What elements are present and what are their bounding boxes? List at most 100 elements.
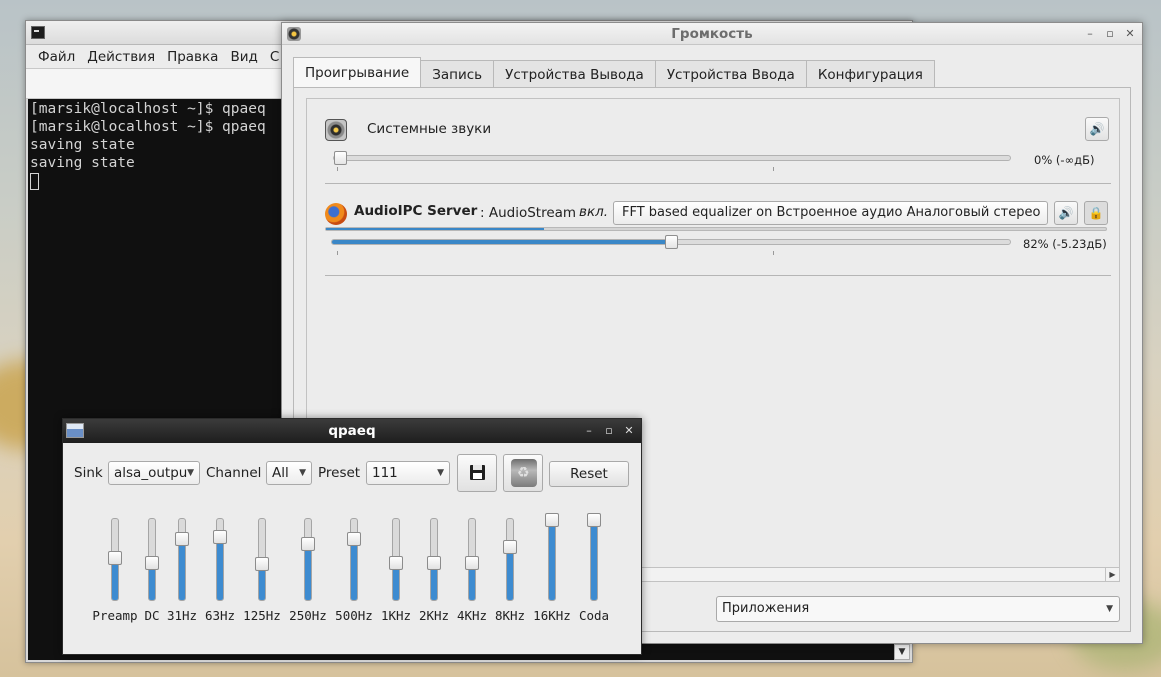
band-label: 8KHz bbox=[494, 608, 526, 623]
band-slider[interactable] bbox=[145, 518, 159, 601]
band-slider[interactable] bbox=[108, 518, 122, 601]
stream-name: Системные звуки bbox=[367, 121, 492, 137]
menu-actions[interactable]: Действия bbox=[81, 49, 161, 65]
band-slider[interactable] bbox=[545, 513, 559, 601]
terminal-icon bbox=[31, 26, 45, 39]
preset-select[interactable]: 111 ▼ bbox=[366, 461, 450, 485]
maximize-icon[interactable]: ▫ bbox=[603, 419, 615, 443]
band-slider-handle[interactable] bbox=[465, 556, 479, 570]
slider-tick bbox=[773, 167, 774, 171]
band-label: Preamp bbox=[92, 608, 138, 623]
band-slider[interactable] bbox=[347, 518, 361, 601]
volume-titlebar[interactable]: Громкость – ▫ ✕ bbox=[282, 23, 1142, 45]
stream-system-sounds: Системные звуки 🔊 0% (-∞дБ) bbox=[325, 117, 1111, 177]
band-slider-handle[interactable] bbox=[175, 532, 189, 546]
lock-channels-button[interactable]: 🔒 bbox=[1084, 201, 1108, 225]
band-slider-fill bbox=[549, 523, 555, 600]
volume-slider-handle[interactable] bbox=[665, 235, 678, 249]
mute-button[interactable]: 🔊 bbox=[1054, 201, 1078, 225]
tab-input-devices[interactable]: Устройства Ввода bbox=[655, 60, 807, 88]
band-slider-handle[interactable] bbox=[587, 513, 601, 527]
band-slider[interactable] bbox=[213, 518, 227, 601]
chevron-down-icon: ▼ bbox=[187, 468, 194, 478]
band-slider[interactable] bbox=[503, 518, 517, 601]
slider-tick bbox=[337, 251, 338, 255]
band-slider-handle[interactable] bbox=[145, 556, 159, 570]
volume-slider-handle[interactable] bbox=[334, 151, 347, 165]
band-slider[interactable] bbox=[175, 518, 189, 601]
floppy-disk-icon bbox=[470, 465, 485, 480]
band-slider[interactable] bbox=[255, 518, 269, 601]
volume-label: 0% (-∞дБ) bbox=[1034, 153, 1095, 167]
channel-label: Channel bbox=[206, 465, 262, 481]
terminal-cursor bbox=[30, 173, 39, 190]
band-label: 500Hz bbox=[335, 608, 373, 623]
close-icon[interactable]: ✕ bbox=[623, 419, 635, 443]
band-slider-handle[interactable] bbox=[545, 513, 559, 527]
channel-select[interactable]: All ▼ bbox=[266, 461, 312, 485]
tab-configuration[interactable]: Конфигурация bbox=[806, 60, 935, 88]
slider-tick bbox=[773, 251, 774, 255]
band-slider-handle[interactable] bbox=[389, 556, 403, 570]
volume-icon: 🔊 bbox=[1058, 206, 1074, 220]
menu-view[interactable]: Вид bbox=[224, 49, 263, 65]
band-slider[interactable] bbox=[427, 518, 441, 601]
mute-button[interactable]: 🔊 bbox=[1085, 117, 1109, 141]
peak-meter bbox=[325, 227, 1107, 231]
band-slider-fill bbox=[179, 542, 185, 600]
volume-icon: 🔊 bbox=[1089, 122, 1105, 136]
window-icon bbox=[66, 423, 84, 438]
volume-slider[interactable] bbox=[333, 151, 1011, 165]
stream-audioipc: AudioIPC Server : AudioStream вкл. FFT b… bbox=[325, 201, 1111, 271]
band-slider[interactable] bbox=[465, 518, 479, 601]
close-icon[interactable]: ✕ bbox=[1124, 23, 1136, 45]
minimize-icon[interactable]: – bbox=[1084, 23, 1096, 45]
band-slider-handle[interactable] bbox=[108, 551, 122, 565]
band-slider-handle[interactable] bbox=[503, 540, 517, 554]
minimize-icon[interactable]: – bbox=[583, 419, 595, 443]
speaker-icon bbox=[287, 27, 301, 41]
band-slider-fill bbox=[431, 566, 437, 600]
show-filter-select[interactable]: Приложения ▼ bbox=[716, 596, 1120, 622]
sink-value: alsa_outpu bbox=[114, 465, 188, 481]
band-slider-fill bbox=[149, 566, 155, 600]
band-slider-handle[interactable] bbox=[213, 530, 227, 544]
reset-button[interactable]: Reset bbox=[549, 461, 629, 487]
save-preset-button[interactable] bbox=[457, 454, 497, 492]
band-label: 31Hz bbox=[166, 608, 198, 623]
band-label: 4KHz bbox=[456, 608, 488, 623]
band-slider-fill bbox=[259, 567, 265, 600]
trash-icon bbox=[511, 459, 537, 487]
stream-name: AudioIPC Server bbox=[354, 203, 478, 219]
scroll-down-icon[interactable]: ▼ bbox=[894, 644, 910, 660]
band-slider-handle[interactable] bbox=[347, 532, 361, 546]
band-slider-fill bbox=[351, 542, 357, 600]
output-device-select[interactable]: FFT based equalizer on Встроенное аудио … bbox=[613, 201, 1048, 225]
band-slider-fill bbox=[305, 547, 311, 600]
stream-subtitle: : AudioStream bbox=[480, 205, 577, 221]
band-slider-handle[interactable] bbox=[301, 537, 315, 551]
tab-playback[interactable]: Проигрывание bbox=[293, 57, 422, 88]
band-slider-handle[interactable] bbox=[427, 556, 441, 570]
band-label: Coda bbox=[578, 608, 610, 623]
tab-output-devices[interactable]: Устройства Вывода bbox=[494, 60, 656, 88]
menu-file[interactable]: Файл bbox=[32, 49, 81, 65]
band-slider[interactable] bbox=[587, 513, 601, 601]
volume-slider-fill bbox=[332, 240, 671, 244]
chevron-down-icon: ▼ bbox=[299, 468, 306, 478]
menu-edit[interactable]: Правка bbox=[161, 49, 224, 65]
maximize-icon[interactable]: ▫ bbox=[1104, 23, 1116, 45]
scroll-right-icon[interactable]: ▶ bbox=[1105, 568, 1119, 581]
divider bbox=[325, 275, 1111, 276]
qpaeq-titlebar[interactable]: qpaeq – ▫ ✕ bbox=[63, 419, 641, 443]
band-slider[interactable] bbox=[301, 518, 315, 601]
window-title: Громкость bbox=[671, 26, 753, 42]
band-slider-handle[interactable] bbox=[255, 557, 269, 571]
sink-select[interactable]: alsa_outpu ▼ bbox=[108, 461, 200, 485]
tab-recording[interactable]: Запись bbox=[421, 60, 495, 88]
band-slider[interactable] bbox=[389, 518, 403, 601]
volume-slider[interactable] bbox=[331, 235, 1011, 249]
delete-preset-button[interactable] bbox=[503, 454, 543, 492]
band-label: 63Hz bbox=[204, 608, 236, 623]
band-label: 16KHz bbox=[533, 608, 571, 623]
